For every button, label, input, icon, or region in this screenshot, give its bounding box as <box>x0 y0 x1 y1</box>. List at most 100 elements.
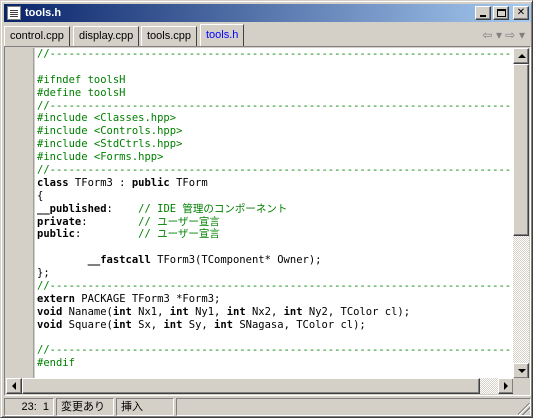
forward-arrow-icon[interactable]: ⇨ ▾ <box>505 28 525 42</box>
file-tabs: control.cpp display.cpp tools.cpp tools.… <box>4 24 531 46</box>
code-line[interactable]: __fastcall TForm3(TComponent* Owner); <box>35 254 514 267</box>
editor-window: tools.h ✕ control.cpp display.cpp tools.… <box>0 0 533 418</box>
code-keyword: void <box>37 305 63 318</box>
vertical-scroll-thumb[interactable] <box>513 64 529 236</box>
back-arrow-icon[interactable]: ⇦ ▾ <box>482 28 502 42</box>
code-text: Square( <box>62 318 113 331</box>
code-directive: #define toolsH <box>37 86 126 99</box>
insert-mode-indicator: 挿入 <box>116 398 174 416</box>
code-keyword: void <box>37 318 63 331</box>
code-comment: //--------------------------------------… <box>37 48 514 60</box>
code-line[interactable] <box>35 61 514 74</box>
code-keyword: int <box>112 305 132 318</box>
code-comment: // ユーザー宣言 <box>138 215 220 228</box>
tab-display-cpp[interactable]: display.cpp <box>73 26 140 46</box>
code-line[interactable]: #include <Classes.hpp> <box>35 112 514 125</box>
code-line[interactable]: #include <Forms.hpp> <box>35 151 514 164</box>
maximize-button[interactable] <box>493 6 509 20</box>
code-line[interactable]: void Square(int Sx, int Sy, int SNagasa,… <box>35 319 514 332</box>
code-line[interactable]: //--------------------------------------… <box>35 48 514 61</box>
code-directive: #include <Controls.hpp> <box>37 125 183 138</box>
code-line[interactable]: private: // ユーザー宣言 <box>35 216 514 229</box>
code-line[interactable]: //--------------------------------------… <box>35 280 514 293</box>
history-nav: ⇦ ▾ ⇨ ▾ <box>482 28 525 42</box>
code-line[interactable]: void Naname(int Nx1, int Ny1, int Nx2, i… <box>35 306 514 319</box>
code-keyword: int <box>112 318 132 331</box>
maximize-icon <box>497 9 506 17</box>
minimize-button[interactable] <box>475 6 491 20</box>
code-area[interactable]: //--------------------------------------… <box>35 48 514 379</box>
code-line[interactable] <box>35 241 514 254</box>
code-line[interactable]: #endif <box>35 357 514 370</box>
cursor-column: 1 <box>42 401 49 413</box>
code-line[interactable]: #include <StdCtrls.hpp> <box>35 138 514 151</box>
code-editor: //--------------------------------------… <box>4 46 531 396</box>
code-keyword: public <box>37 228 75 241</box>
code-line[interactable]: public: // ユーザー宣言 <box>35 228 514 241</box>
code-text: { <box>37 189 44 202</box>
code-line[interactable]: class TForm3 : public TForm <box>35 177 514 190</box>
close-button[interactable]: ✕ <box>513 6 529 20</box>
code-line[interactable] <box>35 332 514 345</box>
modified-indicator: 変更あり <box>56 398 114 416</box>
size-grip-icon[interactable] <box>518 403 530 415</box>
editor-gutter[interactable] <box>6 48 34 379</box>
code-text: Sx, <box>131 318 164 331</box>
code-keyword: int <box>163 318 183 331</box>
scroll-right-button[interactable] <box>498 378 514 394</box>
code-text: SNagasa, TColor cl); <box>233 318 366 331</box>
code-line[interactable]: //--------------------------------------… <box>35 100 514 113</box>
code-comment: // IDE 管理のコンポーネント <box>138 202 288 215</box>
code-comment: //--------------------------------------… <box>37 164 514 177</box>
code-directive: #include <Forms.hpp> <box>37 151 164 164</box>
code-line[interactable]: //--------------------------------------… <box>35 344 514 357</box>
close-icon: ✕ <box>516 7 526 18</box>
scroll-down-button[interactable] <box>513 363 529 379</box>
code-keyword: public <box>131 176 170 189</box>
vertical-scrollbar[interactable] <box>513 48 529 379</box>
code-keyword: extern <box>37 292 75 305</box>
code-line[interactable]: #ifndef toolsH <box>35 74 514 87</box>
code-text: }; <box>37 267 50 280</box>
arrow-up-icon <box>518 54 526 58</box>
code-line[interactable]: //--------------------------------------… <box>35 164 514 177</box>
code-directive: #endif <box>37 357 75 370</box>
code-text: Ny2, TColor cl); <box>302 305 411 318</box>
code-line[interactable]: __published: // IDE 管理のコンポーネント <box>35 203 514 216</box>
code-line[interactable]: extern PACKAGE TForm3 *Form3; <box>35 293 514 306</box>
title-bar[interactable]: tools.h ✕ <box>4 4 531 22</box>
document-icon[interactable] <box>7 6 21 20</box>
status-message <box>176 398 531 416</box>
horizontal-scroll-thumb[interactable] <box>22 378 480 394</box>
horizontal-scrollbar[interactable] <box>6 378 514 394</box>
code-text: : <box>74 228 139 241</box>
code-text: Sy, <box>182 318 215 331</box>
code-keyword: class <box>37 176 69 189</box>
code-line[interactable]: #define toolsH <box>35 87 514 100</box>
code-text: : <box>81 215 139 228</box>
status-bar: 23: 1 変更あり 挿入 <box>4 398 531 416</box>
code-line[interactable]: }; <box>35 267 514 280</box>
code-line[interactable]: #include <Controls.hpp> <box>35 125 514 138</box>
code-comment: //--------------------------------------… <box>37 99 514 112</box>
cursor-line: 23 <box>21 401 34 413</box>
code-directive: #include <StdCtrls.hpp> <box>37 138 183 151</box>
code-keyword: int <box>214 318 233 331</box>
code-text: TForm3(TComponent* Owner); <box>150 254 322 267</box>
code-text: TForm <box>169 176 208 189</box>
code-keyword: int <box>169 305 189 318</box>
code-comment: //--------------------------------------… <box>37 280 514 293</box>
tab-tools-cpp[interactable]: tools.cpp <box>141 26 198 46</box>
code-text: Ny1, <box>188 305 227 318</box>
scroll-up-button[interactable] <box>513 48 529 64</box>
scroll-left-button[interactable] <box>6 378 22 394</box>
code-text: TForm3 : <box>68 176 132 189</box>
code-keyword: int <box>226 305 246 318</box>
code-directive: #ifndef toolsH <box>37 73 126 86</box>
code-line[interactable]: { <box>35 190 514 203</box>
scrollbar-corner <box>513 378 529 394</box>
tab-control-cpp[interactable]: control.cpp <box>4 26 70 46</box>
code-directive: #include <Classes.hpp> <box>37 112 177 125</box>
tab-tools-h[interactable]: tools.h <box>200 24 245 46</box>
